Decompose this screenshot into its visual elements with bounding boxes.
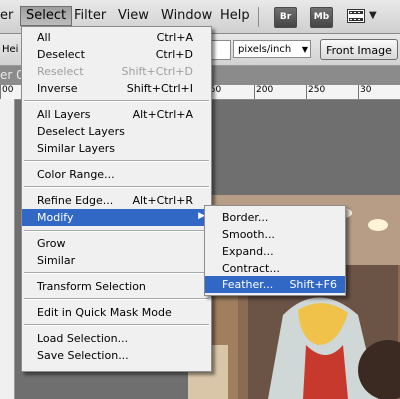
front-image-button[interactable]: Front Image (320, 39, 398, 60)
menu-item-quick-mask[interactable]: Edit in Quick Mask Mode (22, 304, 211, 321)
menu-item-color-range[interactable]: Color Range... (22, 166, 211, 183)
menu-separator (24, 100, 209, 102)
menu-item-inverse[interactable]: Inverse Shift+Ctrl+I (22, 80, 211, 97)
menu-item-reselect: Reselect Shift+Ctrl+D (22, 63, 211, 80)
menu-item-label: Edit in Quick Mask Mode (37, 306, 172, 319)
menu-item-similar[interactable]: Similar (22, 252, 211, 269)
ruler-tick: 00 (0, 85, 13, 99)
menu-item-label: Save Selection... (37, 349, 129, 362)
mini-bridge-icon[interactable]: Mb (310, 7, 333, 28)
menu-item-label: All (37, 31, 51, 44)
menu-separator (24, 298, 209, 300)
menu-separator (24, 230, 209, 232)
menu-item-label: All Layers (37, 108, 91, 121)
submenu-item-smooth[interactable]: Smooth... (205, 226, 345, 243)
vertical-ruler[interactable] (0, 99, 15, 399)
menu-separator (24, 186, 209, 188)
menu-item-all[interactable]: All Ctrl+A (22, 29, 211, 46)
menu-item-modify[interactable]: Modify ▶ (22, 209, 211, 226)
modify-submenu: Border... Smooth... Expand... Contract..… (204, 205, 346, 296)
units-value: pixels/inch (238, 44, 292, 55)
menu-item-shortcut: Shift+Ctrl+I (126, 82, 193, 95)
menu-item-label: Reselect (37, 65, 84, 78)
menu-layer[interactable]: er (0, 8, 13, 23)
menu-item-save-selection[interactable]: Save Selection... (22, 347, 211, 364)
units-select[interactable]: pixels/inch ▼ (233, 40, 311, 58)
menu-separator (24, 272, 209, 274)
menu-view[interactable]: View (118, 8, 149, 23)
menu-filter[interactable]: Filter (74, 8, 106, 23)
menu-item-label: Inverse (37, 82, 78, 95)
select-menu: All Ctrl+A Deselect Ctrl+D Reselect Shif… (21, 26, 212, 372)
menu-item-label: Deselect Layers (37, 125, 125, 138)
menu-item-all-layers[interactable]: All Layers Alt+Ctrl+A (22, 106, 211, 123)
ruler-tick: 30 (358, 85, 371, 99)
menu-item-label: Color Range... (37, 168, 115, 181)
menu-item-label: Smooth... (222, 228, 275, 241)
menu-separator (24, 324, 209, 326)
menu-item-label: Similar Layers (37, 142, 116, 155)
submenu-item-contract[interactable]: Contract... (205, 260, 345, 277)
chevron-down-icon[interactable]: ▼ (369, 10, 377, 21)
menu-help[interactable]: Help (220, 8, 250, 23)
menu-item-label: Deselect (37, 48, 85, 61)
ruler-tick: 200 (254, 85, 273, 99)
screen-mode-icon[interactable] (347, 8, 365, 24)
menu-item-label: Refine Edge... (37, 194, 114, 207)
submenu-item-border[interactable]: Border... (205, 209, 345, 226)
menu-item-refine-edge[interactable]: Refine Edge... Alt+Ctrl+R (22, 192, 211, 209)
menu-item-load-selection[interactable]: Load Selection... (22, 330, 211, 347)
menu-item-deselect-layers[interactable]: Deselect Layers (22, 123, 211, 140)
submenu-item-expand[interactable]: Expand... (205, 243, 345, 260)
menu-item-shortcut: Ctrl+D (155, 48, 193, 61)
menu-window[interactable]: Window (161, 8, 212, 23)
menu-item-label: Similar (37, 254, 76, 267)
menu-item-deselect[interactable]: Deselect Ctrl+D (22, 46, 211, 63)
menu-item-shortcut: Alt+Ctrl+A (132, 108, 193, 121)
menu-item-label: Transform Selection (37, 280, 146, 293)
height-label: Hei (2, 44, 19, 55)
ruler-tick: 250 (306, 85, 325, 99)
menu-item-label: Load Selection... (37, 332, 129, 345)
menubar-divider (258, 7, 259, 27)
menu-item-similar-layers[interactable]: Similar Layers (22, 140, 211, 157)
menu-item-label: Modify (37, 211, 74, 224)
menu-item-label: Expand... (222, 245, 274, 258)
chevron-down-icon: ▼ (301, 45, 308, 54)
menu-item-shortcut: Shift+F6 (289, 278, 337, 291)
submenu-item-feather[interactable]: Feather... Shift+F6 (205, 276, 345, 293)
menu-item-label: Feather... (222, 278, 274, 291)
menu-item-label: Contract... (222, 262, 280, 275)
menu-item-shortcut: Ctrl+A (156, 31, 193, 44)
menu-item-grow[interactable]: Grow (22, 235, 211, 252)
menu-item-shortcut: Alt+Ctrl+R (132, 194, 193, 207)
menu-item-label: Grow (37, 237, 66, 250)
menu-item-shortcut: Shift+Ctrl+D (121, 65, 193, 78)
menu-separator (24, 160, 209, 162)
menu-select[interactable]: Select (20, 6, 73, 26)
bridge-icon[interactable]: Br (274, 7, 297, 28)
menu-item-label: Border... (222, 211, 269, 224)
menu-item-transform-selection[interactable]: Transform Selection (22, 278, 211, 295)
